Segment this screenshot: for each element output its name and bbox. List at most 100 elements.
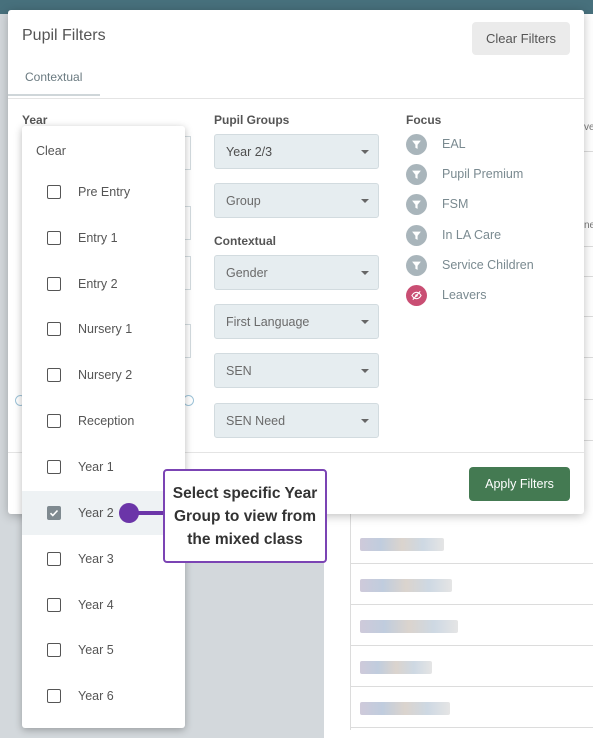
apply-filters-button[interactable]: Apply Filters	[469, 467, 570, 501]
year-option-label: Year 4	[78, 598, 114, 612]
checkbox[interactable]	[47, 277, 61, 291]
blurred-name	[360, 620, 458, 633]
year-option-year-6[interactable]: Year 6	[22, 674, 185, 718]
background-divider	[584, 440, 593, 441]
checkbox[interactable]	[47, 322, 61, 336]
tab-divider	[8, 98, 584, 99]
pupil-groups-label: Pupil Groups	[214, 113, 290, 127]
year-option-label: Nursery 2	[78, 368, 133, 382]
background-divider	[584, 316, 593, 317]
table-row[interactable]	[350, 646, 593, 687]
year-select-edge	[185, 324, 191, 358]
year-option-label: Nursery 1	[78, 322, 133, 336]
table-row[interactable]	[350, 687, 593, 728]
checkbox[interactable]	[47, 552, 61, 566]
background-divider	[584, 399, 593, 400]
group-select[interactable]: Group	[214, 183, 379, 218]
focus-item-label: Service Children	[442, 258, 534, 272]
year-option-entry-2[interactable]: Entry 2	[22, 262, 185, 306]
callout-box: Select specific Year Group to view from …	[163, 469, 327, 563]
background-edge-text: ne	[584, 220, 593, 231]
filter-icon	[406, 224, 427, 246]
checkbox[interactable]	[47, 231, 61, 245]
focus-item-label: EAL	[442, 137, 466, 151]
year-select-edge	[185, 136, 191, 170]
focus-item-label: In LA Care	[442, 228, 502, 242]
callout-connector	[135, 511, 165, 515]
year-option-label: Pre Entry	[78, 185, 131, 199]
year-option-year-1[interactable]: Year 1	[22, 445, 185, 489]
checkbox-checked[interactable]	[47, 506, 61, 520]
callout-marker	[119, 503, 139, 523]
year-option-year-5[interactable]: Year 5	[22, 628, 185, 672]
year-group-value: Year 2/3	[226, 144, 273, 159]
chevron-down-icon	[361, 150, 369, 154]
year-select-edge	[185, 256, 191, 290]
focus-item-label: Leavers	[442, 288, 487, 302]
sen-need-select-label: SEN Need	[226, 413, 286, 428]
checkmark-icon	[49, 509, 59, 517]
focus-item-eal[interactable]: EAL	[406, 133, 466, 155]
table-row[interactable]	[350, 523, 593, 564]
sen-select-label: SEN	[226, 363, 252, 378]
checkbox[interactable]	[47, 185, 61, 199]
checkbox[interactable]	[47, 643, 61, 657]
focus-item-label: Pupil Premium	[442, 167, 524, 181]
checkbox[interactable]	[47, 460, 61, 474]
chevron-down-icon	[361, 320, 369, 324]
year-option-reception[interactable]: Reception	[22, 399, 185, 443]
clear-filters-button[interactable]: Clear Filters	[472, 22, 570, 55]
gender-select-label: Gender	[226, 265, 268, 280]
callout-text: Select specific Year Group to view from …	[172, 484, 318, 548]
year-option-pre-entry[interactable]: Pre Entry	[22, 170, 185, 214]
year-option-label: Year 1	[78, 460, 114, 474]
sen-select[interactable]: SEN	[214, 353, 379, 388]
year-option-entry-1[interactable]: Entry 1	[22, 216, 185, 260]
focus-item-pupil-premium[interactable]: Pupil Premium	[406, 163, 523, 185]
gender-select[interactable]: Gender	[214, 255, 379, 290]
year-option-nursery-2[interactable]: Nursery 2	[22, 353, 185, 397]
sen-need-select[interactable]: SEN Need	[214, 403, 379, 438]
year-option-year-3[interactable]: Year 3	[22, 537, 185, 581]
blurred-name	[360, 702, 450, 715]
year-option-label: Year 5	[78, 643, 114, 657]
focus-item-leavers[interactable]: Leavers	[406, 284, 486, 306]
checkbox[interactable]	[47, 414, 61, 428]
year-option-label: Entry 2	[78, 277, 118, 291]
year-option-label: Year 2	[78, 506, 114, 520]
year-group-select[interactable]: Year 2/3	[214, 134, 379, 169]
year-label: Year	[22, 113, 48, 127]
group-select-placeholder: Group	[226, 193, 261, 208]
chevron-down-icon	[361, 199, 369, 203]
year-select-edge	[185, 206, 191, 240]
chevron-down-icon	[361, 271, 369, 275]
filter-icon	[406, 254, 427, 276]
year-option-nursery-1[interactable]: Nursery 1	[22, 307, 185, 351]
background-divider	[584, 246, 593, 247]
year-option-label: Reception	[78, 414, 135, 428]
blurred-name	[360, 579, 452, 592]
checkbox[interactable]	[47, 598, 61, 612]
focus-item-service-children[interactable]: Service Children	[406, 254, 534, 276]
table-row[interactable]	[350, 605, 593, 646]
focus-item-fsm[interactable]: FSM	[406, 193, 468, 215]
chevron-down-icon	[361, 369, 369, 373]
blurred-name	[360, 538, 444, 551]
dropdown-clear-option[interactable]: Clear	[36, 144, 66, 158]
year-option-label: Year 6	[78, 689, 114, 703]
blurred-name	[360, 661, 432, 674]
focus-item-label: FSM	[442, 197, 469, 211]
year-option-year-4[interactable]: Year 4	[22, 583, 185, 627]
first-language-select[interactable]: First Language	[214, 304, 379, 339]
background-edge-text: ve	[584, 122, 593, 133]
checkbox[interactable]	[47, 368, 61, 382]
tab-contextual[interactable]: Contextual	[25, 70, 82, 84]
background-divider	[584, 151, 593, 152]
eye-off-icon	[406, 284, 427, 306]
modal-title: Pupil Filters	[22, 27, 106, 44]
filter-icon	[406, 163, 427, 185]
year-option-label: Entry 1	[78, 231, 118, 245]
table-row[interactable]	[350, 564, 593, 605]
checkbox[interactable]	[47, 689, 61, 703]
focus-item-in-la-care[interactable]: In LA Care	[406, 224, 501, 246]
